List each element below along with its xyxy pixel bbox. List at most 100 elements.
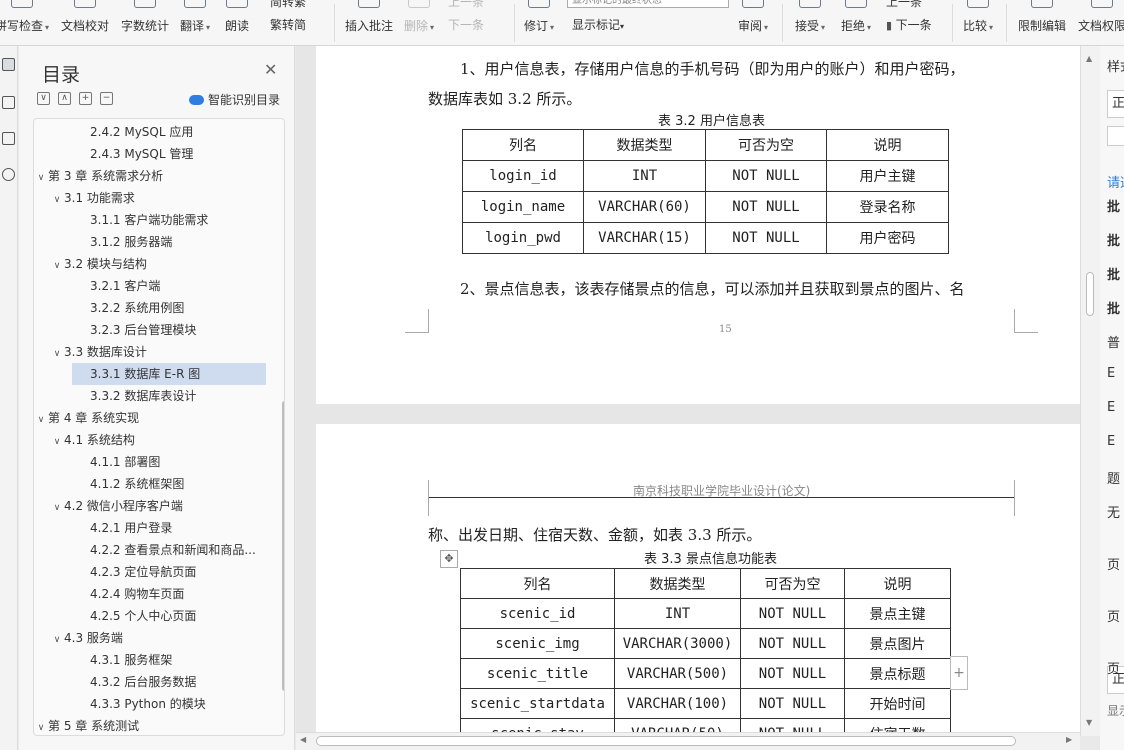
table-cell[interactable]: NOT NULL [740,688,845,719]
read-aloud-button[interactable]: 朗读 [220,0,254,46]
toc-item[interactable]: 2.4.3 MySQL 管理 [34,143,268,165]
table-cell[interactable]: VARCHAR(3000) [614,628,741,659]
toc-item[interactable]: 4.1.2 系统框架图 [34,473,268,495]
show-option[interactable]: 显示 [1107,702,1124,719]
table-cell[interactable]: 景点图片 [844,628,951,659]
traditional-to-simplified-button[interactable]: 繁转简 [270,16,306,33]
reject-change-button[interactable]: 拒绝 ▾ [836,0,876,46]
style-list-item[interactable]: 无 [1107,502,1120,521]
chevron-down-icon[interactable]: ∨ [50,343,64,363]
delete-comment-button[interactable]: 删除 ▾ [400,0,438,46]
toc-item[interactable]: ∨ 第 3 章 系统需求分析 [34,165,268,187]
horizontal-scrollbar[interactable]: ◀ ▶ [296,732,1080,750]
toc-item[interactable]: 3.2.1 客户端 [34,275,268,297]
toc-scrollbar[interactable] [282,401,284,691]
table-cell[interactable]: scenic_title [460,658,615,689]
paragraph-user-table-intro[interactable]: 1、用户信息表，存储用户信息的手机号码（即为用户的账户）和用户密码， [460,58,965,79]
chevron-down-icon[interactable]: ∨ [34,717,48,735]
show-markup-button[interactable]: 显示标记▾ [572,16,624,33]
style-list-item[interactable]: E [1107,366,1115,381]
simplified-to-traditional-button[interactable]: 简转繁 [270,0,306,10]
style-list-item[interactable]: 页 [1107,606,1120,625]
toc-item[interactable]: 3.3.2 数据库表设计 [34,385,268,407]
next-change-button[interactable]: ▮ 下一条 [886,16,932,33]
paragraph-user-table-intro-cont[interactable]: 数据库表如 3.2 所示。 [428,88,581,109]
toc-item[interactable]: 4.3.1 服务框架 [34,649,268,671]
table-cell[interactable]: 用户主键 [826,160,949,192]
toc-item[interactable]: 4.2.1 用户登录 [34,517,268,539]
scroll-right-icon[interactable]: ▶ [1066,735,1072,744]
table-cell[interactable]: 可否为空 [740,568,845,599]
document-proofread-button[interactable]: 文档校对 [58,0,112,46]
table-cell[interactable]: NOT NULL [740,658,845,689]
current-style-field[interactable]: 正 [1107,90,1124,118]
table-cell[interactable]: VARCHAR(500) [614,658,741,689]
table-cell[interactable]: 开始时间 [844,688,951,719]
style-list-item[interactable]: E [1107,434,1115,449]
style-search-field[interactable] [1107,126,1124,146]
table-move-handle-icon[interactable]: ✥ [440,550,458,568]
document-permission-button[interactable]: 文档权限 [1074,0,1124,46]
vertical-scrollbar[interactable]: ▲ ▼ [1080,46,1100,736]
toc-item[interactable]: ∨ 4.1 系统结构 [34,429,268,451]
select-style-hint[interactable]: 请选 [1107,172,1124,191]
toc-item[interactable]: 4.1.1 部署图 [34,451,268,473]
table-cell[interactable]: 数据类型 [583,129,706,161]
insert-comment-button[interactable]: 插入批注 [342,0,396,46]
toc-item[interactable]: 4.3.3 Python 的模块 [34,693,268,715]
chevron-down-icon[interactable]: ∨ [50,629,64,649]
scroll-down-icon[interactable]: ▼ [1086,718,1092,727]
table-cell[interactable]: scenic_id [460,598,615,629]
toc-item[interactable]: ∨ 3.1 功能需求 [34,187,268,209]
add-column-icon[interactable]: + [950,656,968,690]
toc-item[interactable]: ∨ 第 4 章 系统实现 [34,407,268,429]
toc-item[interactable]: 3.2.3 后台管理模块 [34,319,268,341]
style-list-item[interactable]: 普 [1107,332,1120,351]
table-cell[interactable]: VARCHAR(60) [583,191,706,223]
chevron-down-icon[interactable]: ∨ [34,167,48,187]
table-cell[interactable]: VARCHAR(100) [614,688,741,719]
toc-item[interactable]: ∨ 4.3 服务端 [34,627,268,649]
table-cell[interactable]: INT [583,160,706,192]
paragraph-scenic-table-cont[interactable]: 称、出发日期、住宿天数、金额，如表 3.3 所示。 [428,524,761,545]
chevron-down-icon[interactable]: ∨ [34,409,48,429]
toc-panel-icon[interactable] [2,58,15,71]
paragraph-scenic-table-intro[interactable]: 2、景点信息表，该表存储景点的信息，可以添加并且获取到景点的图片、名 [460,278,965,299]
table-cell[interactable]: scenic_img [460,628,615,659]
toc-item[interactable]: 2.4.2 MySQL 应用 [34,121,268,143]
table-cell[interactable]: 数据类型 [614,568,741,599]
chevron-down-icon[interactable]: ∨ [50,189,64,209]
word-count-button[interactable]: 字数统计 [118,0,172,46]
table-cell[interactable]: NOT NULL [705,191,827,223]
toc-item[interactable]: 4.2.3 定位导航页面 [34,561,268,583]
spell-check-button[interactable]: 拼写检查 ▾ [0,0,49,46]
table-cell[interactable]: 列名 [460,568,615,599]
accept-change-button[interactable]: 接受 ▾ [790,0,830,46]
scenic-info-table[interactable]: 列名 数据类型 可否为空 说明 scenic_id INT NOT NULL 景点主键 scen… [460,568,951,736]
style-list-item[interactable]: 页 [1107,658,1120,677]
previous-comment-button[interactable]: 上一条 [448,0,484,10]
table-cell[interactable]: 登录名称 [826,191,949,223]
chevron-down-icon[interactable]: ∨ [50,497,64,517]
track-changes-button[interactable]: 修订 ▾ [520,0,558,46]
table-cell[interactable]: login_pwd [462,222,584,254]
toc-item[interactable]: ∨ 4.2 微信小程序客户端 [34,495,268,517]
toc-item[interactable]: ∨ 3.2 模块与结构 [34,253,268,275]
table-cell[interactable]: 说明 [826,129,949,161]
table-cell[interactable]: 景点主键 [844,598,951,629]
toc-item[interactable]: ∨ 3.3 数据库设计 [34,341,268,363]
table-cell[interactable]: 列名 [462,129,584,161]
next-comment-button[interactable]: 下一条 [448,16,484,33]
remove-heading-icon[interactable]: − [100,92,113,105]
collapse-all-icon[interactable]: ∧ [58,92,71,105]
translate-button[interactable]: 翻译 ▾ [176,0,214,46]
style-list-item[interactable]: E [1107,400,1115,415]
toc-item[interactable]: 3.3.1 数据库 E-R 图 [72,363,266,385]
toc-item[interactable]: 3.1.2 服务器端 [34,231,268,253]
style-list-item[interactable]: 页 [1107,554,1120,573]
chevron-down-icon[interactable]: ∨ [50,431,64,451]
table-cell[interactable]: 用户密码 [826,222,949,254]
toc-item[interactable]: 4.2.5 个人中心页面 [34,605,268,627]
table-cell[interactable]: VARCHAR(15) [583,222,706,254]
user-info-table[interactable]: 列名 数据类型 可否为空 说明 login_id INT NOT NULL 用户主键 login… [462,129,949,254]
